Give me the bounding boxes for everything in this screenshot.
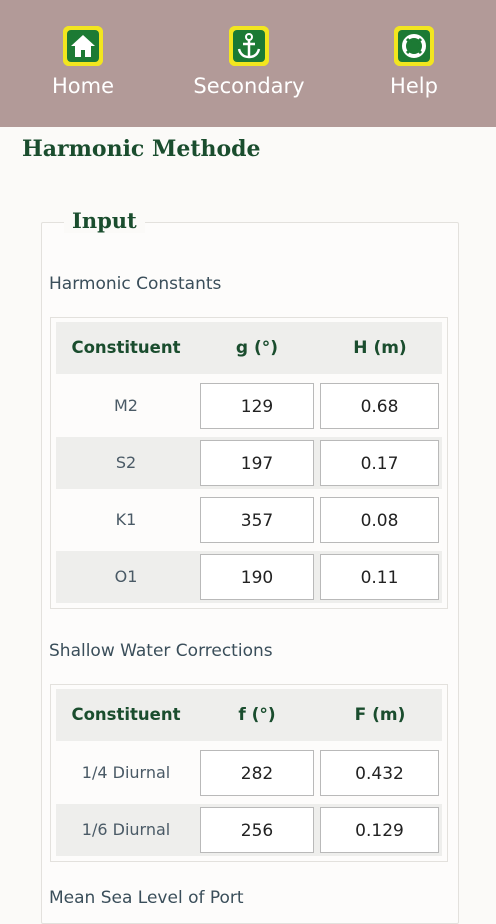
g-input-o1[interactable]: 190 [200,554,314,600]
table-row: 1/4 Diurnal 282 0.432 [56,747,442,799]
table-row: 1/6 Diurnal 256 0.129 [56,804,442,856]
mean-sea-level-title: Mean Sea Level of Port [49,888,244,908]
nav-home-label: Home [51,74,114,98]
nav-home[interactable]: Home [13,26,153,98]
F-input-quarter-diurnal[interactable]: 0.432 [320,750,439,796]
nav-secondary[interactable]: Secondary [179,26,319,98]
harmonic-constants-table: Constituent g (°) H (m) M2 129 0.68 S2 1… [50,317,448,609]
column-header-f: f (°) [238,705,276,725]
table-row: K1 357 0.08 [56,494,442,546]
lifebuoy-icon [394,26,434,66]
f-input-sixth-diurnal[interactable]: 256 [200,807,314,853]
nav-secondary-label: Secondary [193,74,305,98]
harmonic-constants-title: Harmonic Constants [49,274,222,294]
home-icon [63,26,103,66]
column-header-constituent: Constituent [71,338,181,357]
g-input-k1[interactable]: 357 [200,497,314,543]
nav-help[interactable]: Help [344,26,484,98]
column-header-constituent: Constituent [71,705,181,724]
h-input-k1[interactable]: 0.08 [320,497,439,543]
column-header-g: g (°) [235,338,279,358]
h-input-o1[interactable]: 0.11 [320,554,439,600]
table-row: S2 197 0.17 [56,437,442,489]
h-input-m2[interactable]: 0.68 [320,383,439,429]
column-header-h: H (m) [353,338,407,358]
top-nav: Home Secondary Help [0,0,496,127]
constituent-label: 1/6 Diurnal [81,820,171,839]
table-header-row: Constituent g (°) H (m) [56,322,442,374]
g-input-s2[interactable]: 197 [200,440,314,486]
constituent-label: K1 [115,510,137,529]
constituent-label: M2 [114,396,138,415]
constituent-label: 1/4 Diurnal [81,763,171,782]
table-row: M2 129 0.68 [56,380,442,432]
h-input-s2[interactable]: 0.17 [320,440,439,486]
page-title: Harmonic Methode [22,136,261,162]
input-legend: Input [64,208,145,233]
f-input-quarter-diurnal[interactable]: 282 [200,750,314,796]
column-header-F: F (m) [354,705,406,725]
constituent-label: S2 [115,453,137,472]
table-header-row: Constituent f (°) F (m) [56,689,442,741]
shallow-water-table: Constituent f (°) F (m) 1/4 Diurnal 282 … [50,684,448,862]
F-input-sixth-diurnal[interactable]: 0.129 [320,807,439,853]
shallow-water-corrections-title: Shallow Water Corrections [49,641,273,661]
g-input-m2[interactable]: 129 [200,383,314,429]
anchor-icon [229,26,269,66]
table-row: O1 190 0.11 [56,551,442,603]
constituent-label: O1 [114,567,138,586]
nav-help-label: Help [390,74,438,98]
